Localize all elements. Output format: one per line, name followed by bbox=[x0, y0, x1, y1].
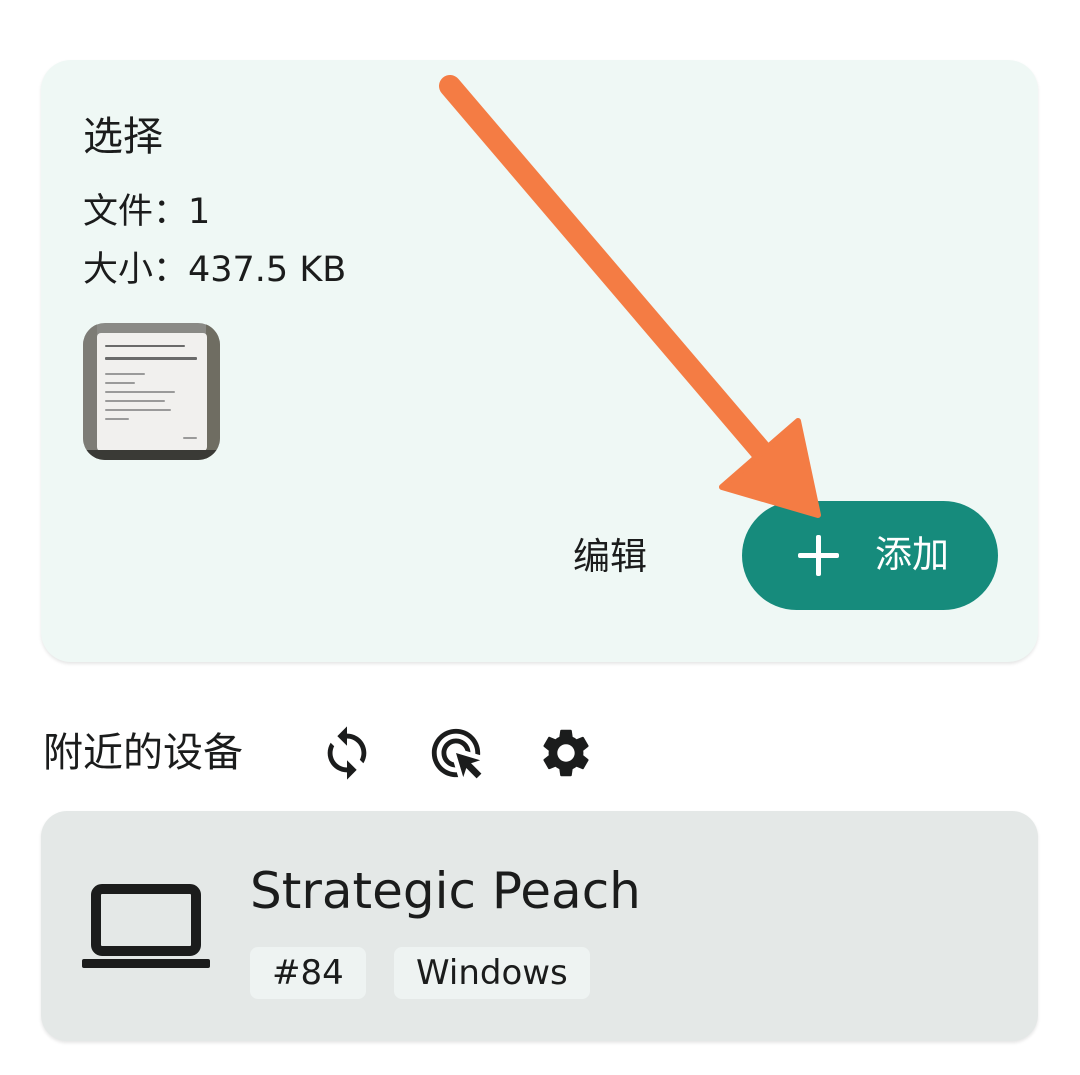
selection-card: 选择 文件：1 大小：437.5 KB 编辑 添加 bbox=[41, 60, 1038, 662]
edit-button[interactable]: 编辑 bbox=[573, 532, 647, 582]
select-target-icon[interactable] bbox=[427, 724, 485, 782]
thumbnail-edge-right bbox=[206, 323, 220, 460]
file-count: 文件：1 bbox=[83, 192, 211, 232]
thumbnail-line bbox=[105, 357, 197, 360]
laptop-icon bbox=[82, 884, 210, 968]
selection-title: 选择 bbox=[83, 114, 163, 160]
add-button[interactable]: 添加 bbox=[742, 501, 998, 610]
thumbnail-line bbox=[105, 409, 171, 411]
device-card[interactable]: Strategic Peach #84 Windows bbox=[41, 811, 1038, 1041]
thumbnail-line bbox=[105, 400, 165, 402]
refresh-icon[interactable] bbox=[318, 724, 376, 782]
thumbnail-document bbox=[97, 333, 207, 451]
device-os-tag: Windows bbox=[394, 947, 590, 999]
thumbnail-line bbox=[183, 437, 197, 439]
add-button-label: 添加 bbox=[875, 533, 949, 576]
thumbnail-line bbox=[105, 418, 129, 420]
plus-icon bbox=[798, 535, 839, 576]
file-thumbnail[interactable] bbox=[83, 323, 220, 460]
thumbnail-bottom-strip bbox=[83, 450, 220, 460]
device-name: Strategic Peach bbox=[250, 862, 641, 920]
thumbnail-line bbox=[105, 391, 175, 393]
device-id-tag: #84 bbox=[250, 947, 366, 999]
nearby-devices-title: 附近的设备 bbox=[43, 730, 243, 776]
file-size: 大小：437.5 KB bbox=[83, 250, 347, 290]
gear-icon[interactable] bbox=[537, 724, 595, 782]
thumbnail-line bbox=[105, 382, 135, 384]
thumbnail-edge-left bbox=[83, 323, 97, 460]
thumbnail-line bbox=[105, 345, 185, 347]
thumbnail-line bbox=[105, 373, 145, 375]
app-screen: 选择 文件：1 大小：437.5 KB 编辑 添加 附近的设备 Strategi… bbox=[0, 0, 1080, 1075]
